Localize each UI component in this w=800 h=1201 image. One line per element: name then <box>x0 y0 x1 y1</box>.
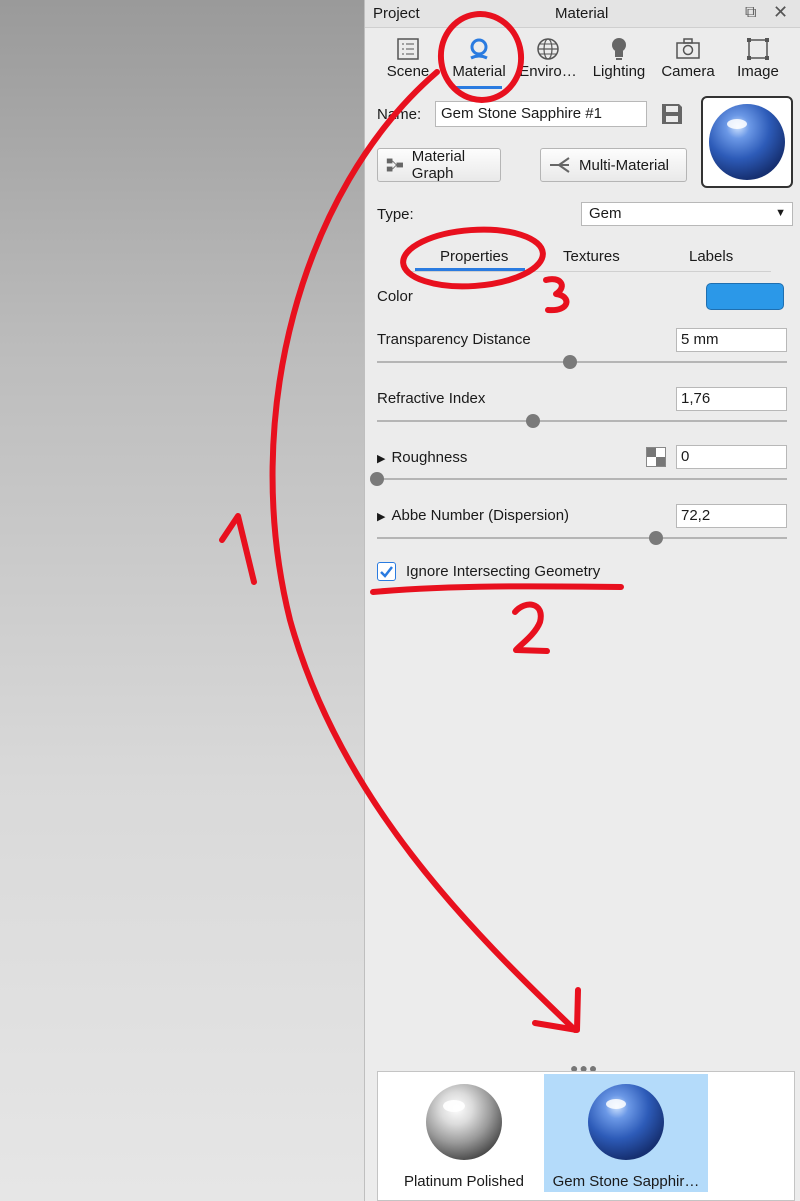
graph-icon <box>386 158 403 172</box>
platinum-sphere-icon <box>426 1084 502 1160</box>
checkmark-icon <box>380 566 393 578</box>
tab-label: Lighting <box>592 63 646 80</box>
panel-title: Material <box>555 5 609 22</box>
multi-material-label: Multi-Material <box>579 156 670 174</box>
refractive-slider[interactable] <box>377 414 787 428</box>
refractive-input[interactable]: 1,76 <box>676 387 787 411</box>
property-tabs: Properties Textures Labels <box>405 246 771 272</box>
subtab-properties[interactable]: Properties <box>440 248 508 265</box>
material-name-input[interactable]: Gem Stone Sapphire #1 <box>435 101 647 127</box>
material-icon <box>446 36 512 62</box>
project-title: Project <box>373 5 420 22</box>
crop-icon <box>725 36 791 62</box>
refractive-label: Refractive Index <box>377 390 486 407</box>
transparency-slider[interactable] <box>377 355 787 369</box>
subtab-labels[interactable]: Labels <box>689 248 733 265</box>
save-icon[interactable] <box>661 103 683 125</box>
expand-triangle-icon: ▶ <box>377 511 386 523</box>
bulb-icon <box>586 36 652 62</box>
color-label: Color <box>377 288 413 305</box>
type-select[interactable]: Gem ▼ <box>581 202 793 226</box>
tab-image[interactable]: Image <box>725 30 791 90</box>
render-viewport[interactable] <box>0 0 364 1201</box>
slider-handle[interactable] <box>648 531 663 545</box>
abbe-row[interactable]: ▶ Abbe Number (Dispersion) <box>377 507 569 524</box>
roughness-row[interactable]: ▶ Roughness <box>377 449 467 466</box>
library-item[interactable]: Platinum Polished <box>382 1074 546 1192</box>
abbe-slider[interactable] <box>377 531 787 545</box>
chevron-down-icon: ▼ <box>775 207 786 219</box>
ignore-geometry-checkbox[interactable] <box>377 562 396 581</box>
type-value: Gem <box>589 205 622 222</box>
color-swatch[interactable] <box>706 283 784 310</box>
material-panel: Project Material ⧉ ✕ Scene Material Envi… <box>364 0 800 1201</box>
close-icon[interactable]: ✕ <box>773 2 788 23</box>
library-item-name: Platinum Polished <box>403 1173 525 1190</box>
name-label: Name: <box>377 106 422 123</box>
sapphire-sphere-icon <box>588 1084 664 1160</box>
sapphire-sphere-icon <box>709 104 785 180</box>
multi-material-button[interactable]: Multi-Material <box>540 148 687 182</box>
tab-material[interactable]: Material <box>446 30 512 90</box>
slider-handle[interactable] <box>562 355 577 369</box>
tab-label: Image <box>737 63 779 80</box>
split-icon <box>550 157 570 173</box>
transparency-label: Transparency Distance <box>377 331 531 348</box>
tab-label: Scene <box>386 63 430 80</box>
roughness-slider[interactable] <box>370 472 787 486</box>
type-label: Type: <box>377 206 414 223</box>
expand-triangle-icon: ▶ <box>377 453 386 465</box>
camera-icon <box>655 36 721 62</box>
tab-camera[interactable]: Camera <box>655 30 721 90</box>
main-tabs: Scene Material Enviro… Lighting Camera I… <box>365 30 800 92</box>
abbe-input[interactable]: 72,2 <box>676 504 787 528</box>
tab-scene[interactable]: Scene <box>375 30 441 90</box>
tab-label: Camera <box>661 63 715 80</box>
ignore-geometry-label: Ignore Intersecting Geometry <box>406 563 601 580</box>
active-subtab-indicator <box>415 268 525 271</box>
subtab-textures[interactable]: Textures <box>563 248 620 265</box>
material-preview[interactable] <box>701 96 793 188</box>
transparency-input[interactable]: 5 mm <box>676 328 787 352</box>
panel-titlebar: Project Material ⧉ ✕ <box>365 0 800 28</box>
library-item-name: Gem Stone Sapphir… <box>552 1173 700 1190</box>
active-tab-indicator <box>456 86 502 89</box>
texture-map-icon[interactable] <box>646 447 666 467</box>
tab-environment[interactable]: Enviro… <box>515 30 581 90</box>
list-icon <box>375 36 441 62</box>
globe-icon <box>515 36 581 62</box>
tab-lighting[interactable]: Lighting <box>586 30 652 90</box>
tab-label: Material <box>452 63 506 80</box>
roughness-input[interactable]: 0 <box>676 445 787 469</box>
slider-handle[interactable] <box>525 414 540 428</box>
material-library: Platinum Polished Gem Stone Sapphir… <box>377 1071 795 1201</box>
material-graph-button[interactable]: Material Graph <box>377 148 501 182</box>
library-item-selected[interactable]: Gem Stone Sapphir… <box>544 1074 708 1192</box>
tab-label: Enviro… <box>519 63 577 80</box>
roughness-label: Roughness <box>391 449 468 466</box>
material-graph-label: Material Graph <box>411 148 466 182</box>
restore-icon[interactable]: ⧉ <box>745 4 756 22</box>
slider-handle[interactable] <box>370 472 384 486</box>
abbe-label: Abbe Number (Dispersion) <box>391 507 570 524</box>
